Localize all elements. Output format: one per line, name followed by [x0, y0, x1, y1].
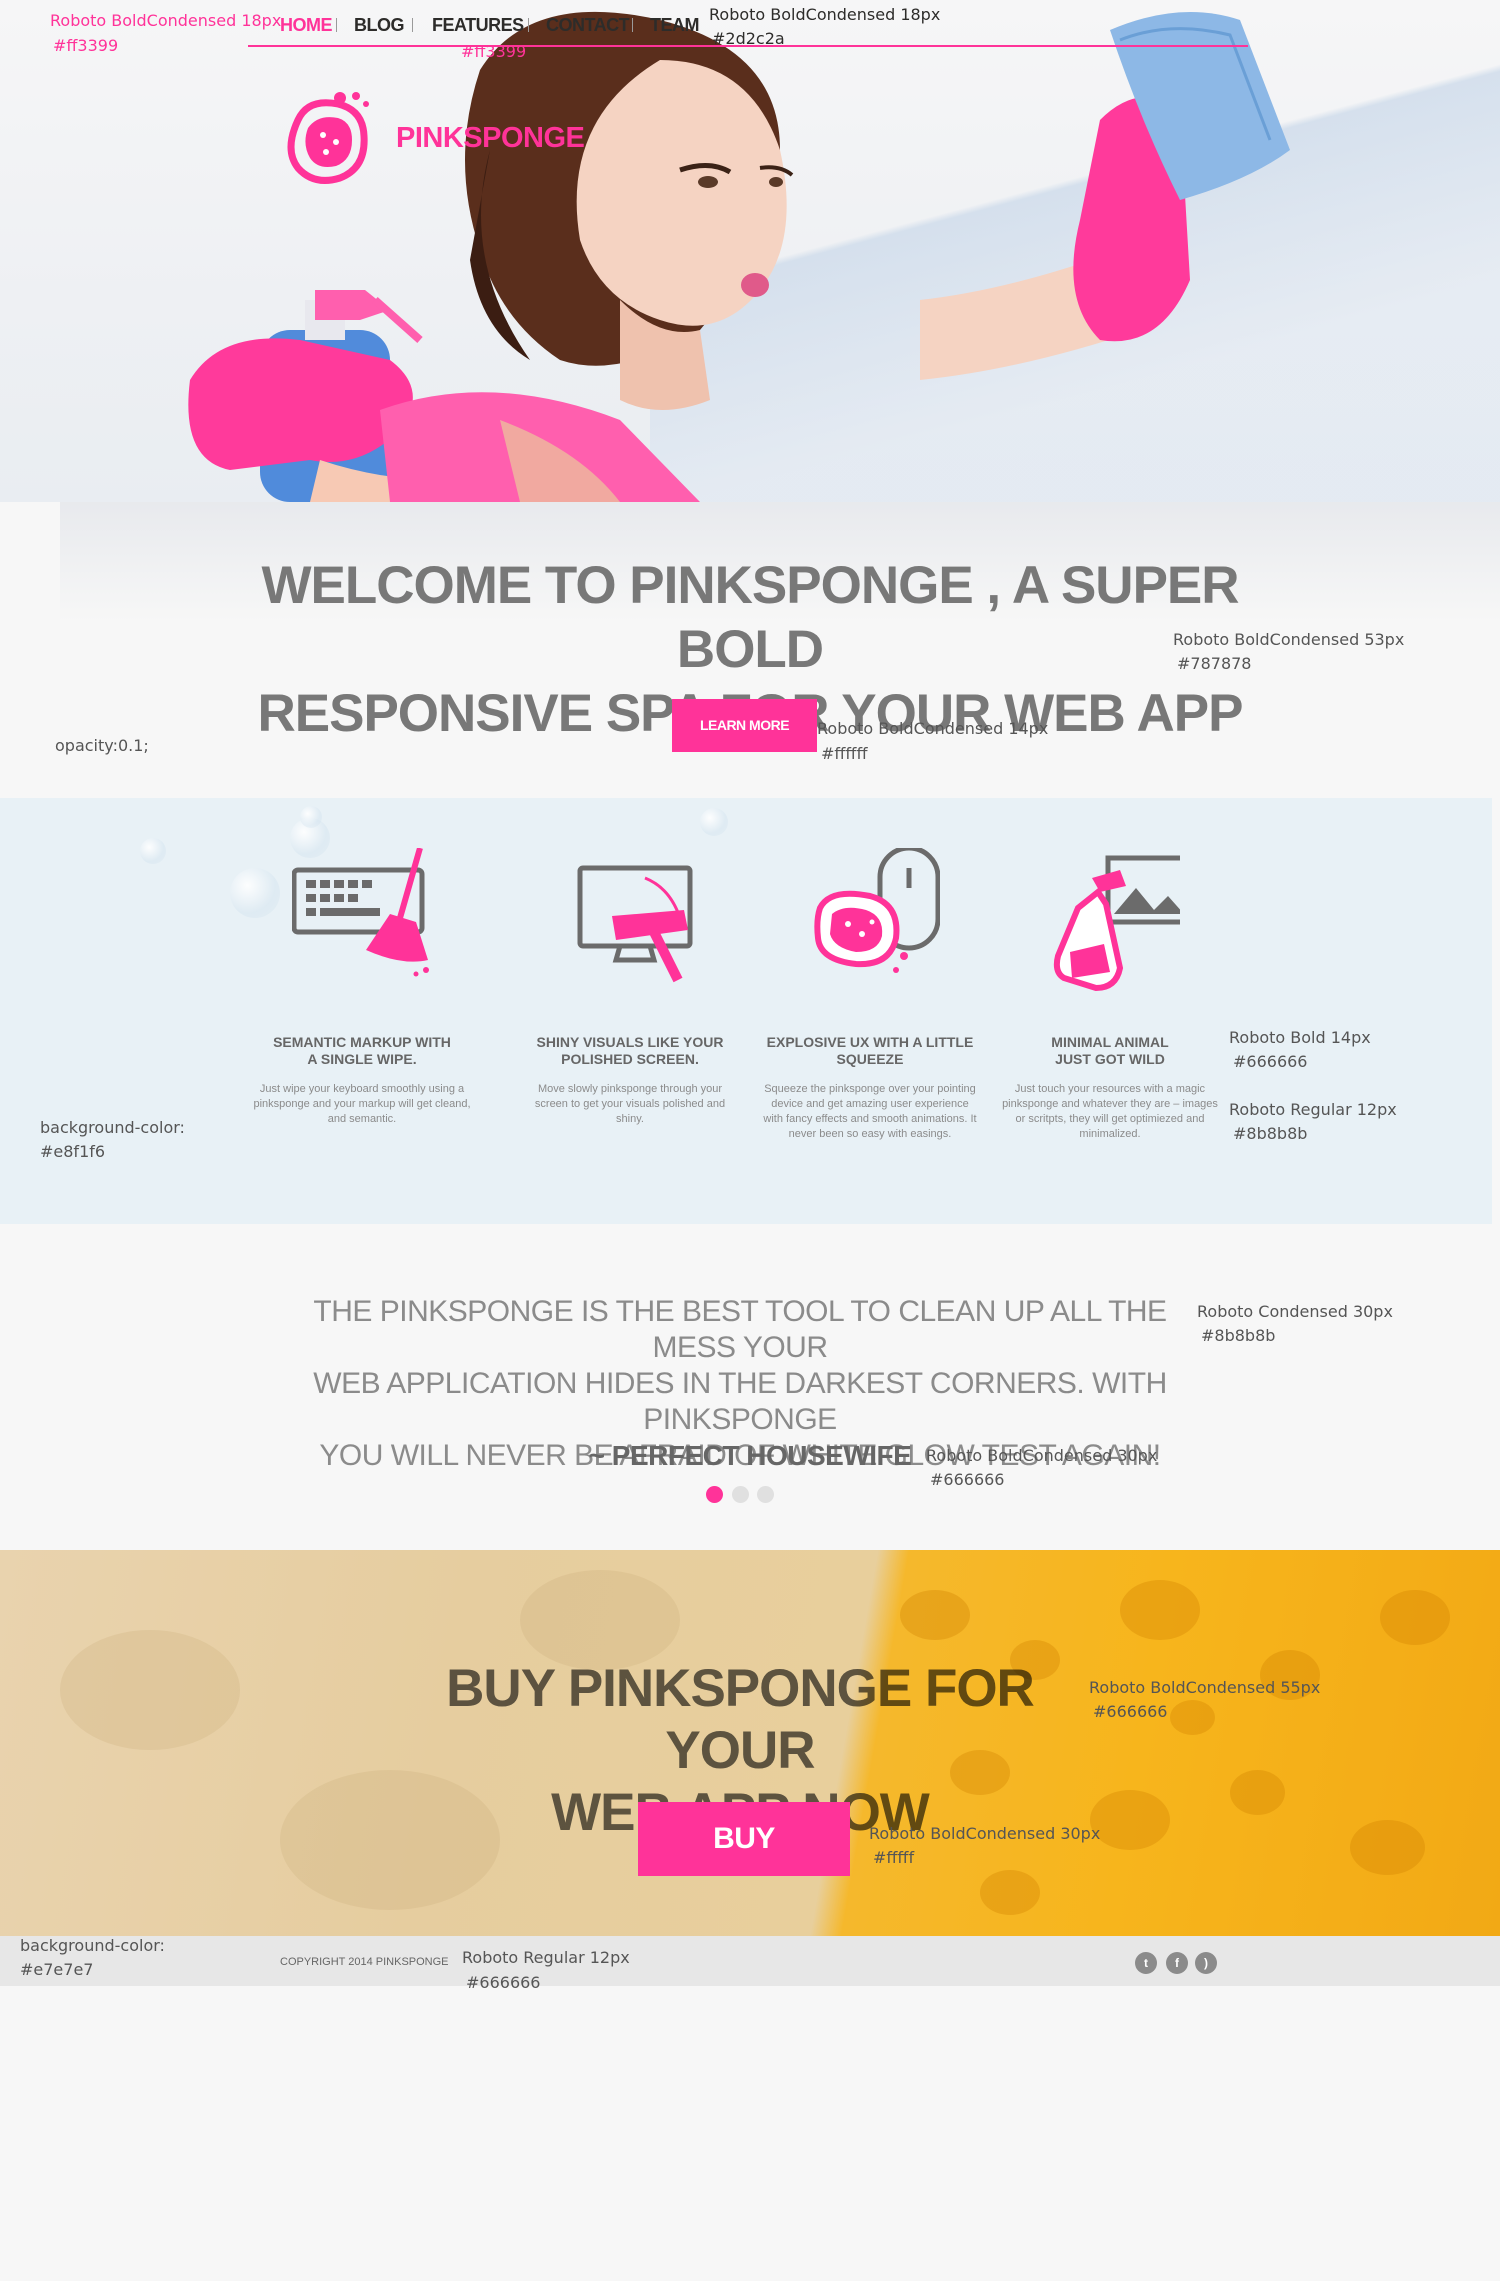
annotation: #ff3399: [53, 36, 119, 55]
annotation: #787878: [1177, 654, 1252, 673]
hero-woman-illustration: [188, 11, 1290, 502]
annotation: Roboto BoldCondensed 30px: [926, 1446, 1158, 1465]
sponge-pore: [1380, 1590, 1450, 1645]
twitter-icon[interactable]: t: [1135, 1952, 1157, 1974]
feature-title-line: POLISHED SCREEN.: [561, 1051, 699, 1067]
buy-title-line1: BUY PINKSPONGE FOR YOUR: [446, 1659, 1035, 1780]
annotation: #ff3399: [461, 42, 527, 61]
feature-title-line: SEMANTIC MARKUP WITH: [273, 1034, 451, 1050]
bubble-decoration: [140, 838, 166, 864]
annotation: Roboto Regular 12px: [1229, 1100, 1397, 1119]
annotation: #666666: [466, 1973, 541, 1992]
feature-title-line: MINIMAL ANIMAL: [1051, 1034, 1169, 1050]
annotation: Roboto BoldCondensed 14px: [817, 719, 1049, 738]
hero-section: HOME BLOG FEATURES CONTACT TEAM PINKSPON…: [0, 0, 1500, 502]
feature-title-line: SHINY VISUALS LIKE YOUR: [536, 1034, 724, 1050]
annotation: Roboto BoldCondensed 18px: [709, 5, 941, 24]
annotation: #666666: [930, 1470, 1005, 1489]
features-section: SEMANTIC MARKUP WITH A SINGLE WIPE. Just…: [0, 798, 1492, 1224]
annotation: #e8f1f6: [40, 1142, 106, 1161]
annotation: #8b8b8b: [1233, 1124, 1308, 1143]
annotation: Roboto BoldCondensed 55px: [1089, 1678, 1321, 1697]
nav-separator: [632, 18, 633, 32]
carousel-dot-1[interactable]: [706, 1486, 723, 1503]
annotation: opacity:0.1;: [55, 736, 149, 755]
annotation: #2d2c2a: [712, 29, 785, 48]
feature-title: SEMANTIC MARKUP WITH A SINGLE WIPE.: [252, 1034, 472, 1068]
brand-name[interactable]: PINKSPONGE: [396, 122, 585, 155]
buy-button[interactable]: BUY: [638, 1802, 850, 1876]
learn-more-button[interactable]: LEARN MORE: [672, 699, 817, 752]
facebook-icon[interactable]: f: [1166, 1952, 1188, 1974]
keyboard-broom-icon: [292, 848, 429, 977]
nav-blog[interactable]: BLOG: [354, 12, 405, 38]
nav-home[interactable]: HOME: [280, 12, 333, 38]
feature-desc: Just touch your resources with a magic p…: [1002, 1083, 1218, 1140]
feature-title: MINIMAL ANIMAL JUST GOT WILD: [1000, 1034, 1220, 1068]
bubble-decoration: [300, 806, 322, 828]
rss-icon[interactable]: ): [1195, 1952, 1217, 1974]
annotation: Roboto BoldCondensed 18px: [50, 11, 282, 30]
feature-desc: Move slowly pinksponge through your scre…: [534, 1083, 726, 1125]
sponge-pore: [1230, 1770, 1285, 1815]
footer: COPYRIGHT 2014 PINKSPONGE t f ) Roboto R…: [0, 1936, 1500, 1986]
nav-separator: [412, 18, 413, 32]
annotation: #e7e7e7: [20, 1960, 94, 1979]
feature-title: SHINY VISUALS LIKE YOUR POLISHED SCREEN.: [520, 1034, 740, 1068]
nav-separator: [528, 18, 529, 32]
feature-title: EXPLOSIVE UX WITH A LITTLE SQUEEZE: [760, 1034, 980, 1068]
nav-contact[interactable]: CONTACT: [546, 12, 630, 38]
sponge-pore: [1120, 1580, 1200, 1640]
welcome-section: WELCOME TO PINKSPONGE , A SUPER BOLD RES…: [0, 502, 1500, 798]
texture-decoration: [60, 1630, 240, 1750]
quote-line: THE PINKSPONGE IS THE BEST TOOL TO CLEAN…: [313, 1295, 1167, 1364]
nav-team[interactable]: TEAM: [650, 12, 700, 38]
nav-separator: [336, 18, 337, 32]
annotation: #ffffff: [821, 744, 868, 763]
feature-title-line: JUST GOT WILD: [1055, 1051, 1165, 1067]
sponge-icon[interactable]: [278, 90, 378, 190]
feature-title-line: EXPLOSIVE UX WITH A LITTLE: [766, 1034, 974, 1050]
monitor-squeegee-icon: [577, 865, 693, 983]
sponge-pore: [1170, 1700, 1215, 1735]
mouse-sponge-icon: [814, 848, 940, 973]
sponge-pore: [900, 1590, 970, 1640]
welcome-title-line1: WELCOME TO PINKSPONGE , A SUPER BOLD: [261, 556, 1239, 679]
sponge-pore: [1350, 1820, 1425, 1875]
annotation: Roboto Regular 12px: [462, 1948, 630, 1967]
annotation: Roboto BoldCondensed 53px: [1173, 630, 1405, 649]
carousel-dot-3[interactable]: [757, 1486, 774, 1503]
feature-desc: Just wipe your keyboard smoothly using a…: [253, 1083, 471, 1125]
copyright-text: COPYRIGHT 2014 PINKSPONGE: [280, 1956, 449, 1968]
annotation: background-color:: [40, 1118, 185, 1137]
testimonial-section: THE PINKSPONGE IS THE BEST TOOL TO CLEAN…: [0, 1224, 1500, 1550]
texture-decoration: [520, 1570, 680, 1670]
bubble-decoration: [700, 808, 728, 836]
annotation: #666666: [1233, 1052, 1308, 1071]
sponge-pore: [980, 1870, 1040, 1915]
bubble-decoration: [230, 868, 280, 918]
feature-title-line: A SINGLE WIPE.: [307, 1051, 417, 1067]
quote-line: WEB APPLICATION HIDES IN THE DARKEST COR…: [313, 1367, 1167, 1436]
nav-features[interactable]: FEATURES: [432, 12, 524, 38]
annotation: #fffff: [873, 1848, 915, 1867]
sponge-pore: [1090, 1790, 1170, 1850]
carousel-dot-2[interactable]: [732, 1486, 749, 1503]
feature-desc: Squeeze the pinksponge over your pointin…: [763, 1083, 977, 1140]
image-spray-icon: [1053, 855, 1180, 992]
annotation: Roboto BoldCondensed 30px: [869, 1824, 1101, 1843]
annotation: #8b8b8b: [1201, 1326, 1276, 1345]
annotation: #666666: [1093, 1702, 1168, 1721]
annotation: Roboto Condensed 30px: [1197, 1302, 1393, 1321]
feature-title-line: SQUEEZE: [836, 1051, 904, 1067]
testimonial-author: ~ PERFECT HOUSEWIFE: [588, 1440, 912, 1471]
annotation: background-color:: [20, 1936, 165, 1955]
buy-section: BUY PINKSPONGE FOR YOUR WEB APP NOW BUY …: [0, 1550, 1500, 1936]
annotation: Roboto Bold 14px: [1229, 1028, 1371, 1047]
